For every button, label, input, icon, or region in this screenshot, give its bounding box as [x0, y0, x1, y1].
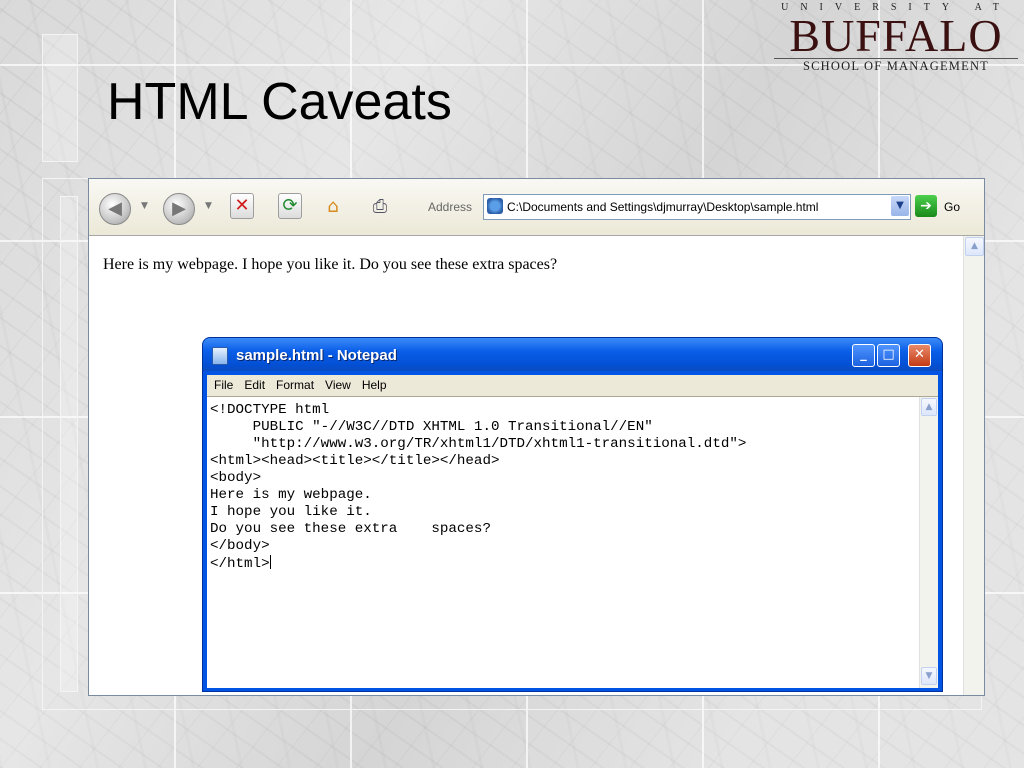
minimize-button[interactable]: _ [852, 344, 875, 367]
slide-title: HTML Caveats [107, 73, 452, 131]
notepad-editor[interactable]: <!DOCTYPE html PUBLIC "-//W3C//DTD XHTML… [207, 396, 938, 688]
rendered-page-text: Here is my webpage. I hope you like it. … [103, 256, 558, 273]
address-value[interactable]: C:\Documents and Settings\djmurray\Deskt… [507, 200, 818, 214]
maximize-button[interactable]: □ [877, 344, 900, 367]
university-logo: UNIVERSITY AT BUFFALO SCHOOL OF MANAGEME… [774, 2, 1018, 73]
menu-help[interactable]: Help [362, 378, 387, 392]
print-button[interactable]: ⎙ [366, 193, 394, 221]
menu-view[interactable]: View [325, 378, 351, 392]
notepad-icon [212, 347, 228, 365]
stop-button[interactable]: ✕ [230, 193, 254, 219]
refresh-button[interactable]: ⟳ [278, 193, 302, 219]
home-button[interactable]: ⌂ [319, 193, 347, 221]
go-button[interactable]: Go [944, 200, 960, 214]
address-label: Address [428, 200, 473, 214]
notepad-text-content[interactable]: <!DOCTYPE html PUBLIC "-//W3C//DTD XHTML… [210, 402, 746, 573]
ie-page-icon [487, 198, 503, 214]
notepad-text[interactable]: <!DOCTYPE html PUBLIC "-//W3C//DTD XHTML… [210, 402, 746, 572]
decorative-bar-top [42, 34, 78, 162]
notepad-scroll-up-button[interactable]: ▲ [921, 398, 937, 416]
notepad-title: sample.html - Notepad [236, 347, 397, 364]
menu-edit[interactable]: Edit [244, 378, 265, 392]
notepad-window: sample.html - Notepad _ □ ✕ File Edit Form… [203, 338, 942, 691]
scroll-up-button[interactable]: ▲ [965, 237, 984, 256]
notepad-scrollbar[interactable]: ▲ ▼ [919, 397, 938, 688]
notepad-titlebar[interactable]: sample.html - Notepad _ □ ✕ [203, 338, 942, 371]
browser-toolbar: ◀ ▼ ▶ ▼ ✕ ⟳ ⌂ ⎙ Address C:\Documents and… [89, 179, 984, 236]
back-dropdown-icon[interactable]: ▼ [141, 201, 148, 211]
close-button[interactable]: ✕ [908, 344, 931, 367]
address-bar[interactable]: C:\Documents and Settings\djmurray\Deskt… [483, 194, 911, 220]
forward-dropdown-icon[interactable]: ▼ [205, 201, 212, 211]
forward-button[interactable]: ▶ [163, 193, 195, 225]
menu-file[interactable]: File [214, 378, 233, 392]
browser-scrollbar[interactable]: ▲ [963, 236, 984, 695]
text-caret [269, 555, 271, 569]
back-button[interactable]: ◀ [99, 193, 131, 225]
logo-name: BUFFALO [789, 10, 1003, 61]
go-arrow-icon[interactable]: ➔ [915, 195, 937, 217]
logo-subtitle: SCHOOL OF MANAGEMENT [774, 58, 1018, 74]
notepad-menubar: File Edit Format View Help [207, 375, 938, 396]
address-dropdown-button[interactable]: ▼ [891, 196, 909, 216]
menu-format[interactable]: Format [276, 378, 314, 392]
notepad-scroll-down-button[interactable]: ▼ [921, 667, 937, 685]
